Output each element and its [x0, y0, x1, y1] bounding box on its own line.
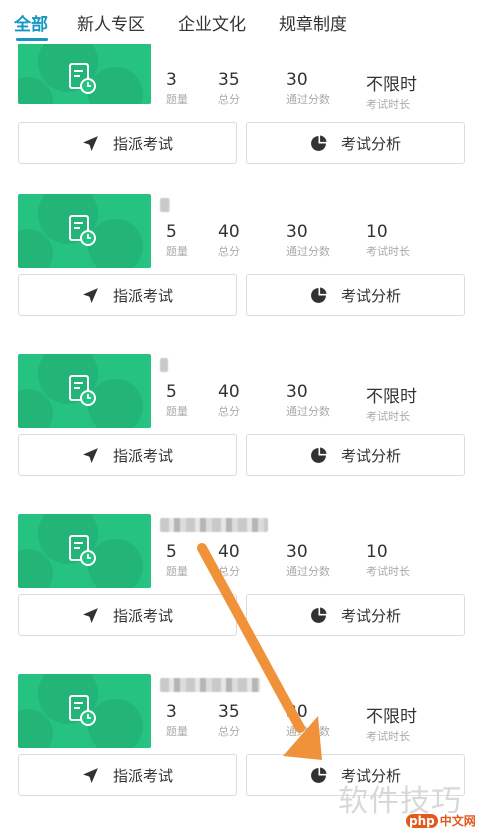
exam-document-icon — [69, 63, 96, 94]
exam-document-icon — [69, 375, 96, 406]
stat-count: 3 题量 — [166, 70, 188, 106]
stat-total: 35 总分 — [218, 70, 240, 106]
exam-title-redacted — [160, 678, 260, 692]
stat-total: 40 总分 — [218, 222, 240, 258]
exam-title-redacted — [160, 518, 268, 532]
tab-all[interactable]: 全部 — [14, 10, 48, 35]
stat-count: 5 题量 — [166, 382, 188, 418]
exam-analysis-button[interactable]: 考试分析 — [246, 274, 465, 316]
tab-bar: 全部 新人专区 企业文化 规章制度 — [0, 0, 482, 44]
send-icon — [83, 607, 98, 623]
stat-duration: 不限时 考试时长 — [366, 387, 417, 423]
stat-duration: 10 考试时长 — [366, 542, 410, 578]
assign-exam-button[interactable]: 指派考试 — [18, 594, 237, 636]
exam-document-icon — [69, 535, 96, 566]
exam-thumbnail[interactable] — [18, 194, 151, 268]
php-logo: php 中文网 — [406, 812, 476, 829]
assign-exam-button[interactable]: 指派考试 — [18, 122, 237, 164]
exam-card: 5 题量 40 总分 30 通过分数 10 考试时长 指派考试 考试分析 — [0, 192, 482, 352]
send-icon — [83, 135, 98, 151]
stat-pass: 30 通过分数 — [286, 382, 330, 418]
exam-analysis-button[interactable]: 考试分析 — [246, 594, 465, 636]
pie-chart-icon — [311, 135, 327, 151]
exam-title-redacted — [160, 198, 170, 212]
send-icon — [83, 767, 98, 783]
exam-analysis-button[interactable]: 考试分析 — [246, 122, 465, 164]
tab-rules[interactable]: 规章制度 — [279, 10, 347, 35]
assign-exam-button[interactable]: 指派考试 — [18, 274, 237, 316]
exam-thumbnail[interactable] — [18, 514, 151, 588]
pie-chart-icon — [311, 447, 327, 463]
exam-document-icon — [69, 215, 96, 246]
stat-pass: 30 通过分数 — [286, 70, 330, 106]
exam-card: 3 题量 35 总分 30 通过分数 不限时 考试时长 指派考试 考试分析 — [0, 42, 482, 208]
exam-card: 5 题量 40 总分 30 通过分数 10 考试时长 指派考试 考试分析 — [0, 512, 482, 672]
send-icon — [83, 287, 98, 303]
pie-chart-icon — [311, 607, 327, 623]
tab-culture[interactable]: 企业文化 — [178, 10, 246, 35]
assign-exam-button[interactable]: 指派考试 — [18, 434, 237, 476]
stat-duration: 不限时 考试时长 — [366, 707, 417, 743]
stat-pass: 30 通过分数 — [286, 702, 330, 738]
exam-thumbnail[interactable] — [18, 42, 151, 104]
exam-card: 5 题量 40 总分 30 通过分数 不限时 考试时长 指派考试 考试分析 — [0, 352, 482, 512]
stat-pass: 30 通过分数 — [286, 542, 330, 578]
active-tab-indicator — [16, 38, 48, 41]
stat-total: 40 总分 — [218, 542, 240, 578]
exam-title-redacted — [160, 358, 168, 372]
send-icon — [83, 447, 98, 463]
exam-analysis-button[interactable]: 考试分析 — [246, 434, 465, 476]
stat-count: 5 题量 — [166, 222, 188, 258]
exam-thumbnail[interactable] — [18, 674, 151, 748]
tab-newcomer[interactable]: 新人专区 — [77, 10, 145, 35]
exam-document-icon — [69, 695, 96, 726]
stat-total: 40 总分 — [218, 382, 240, 418]
stat-duration: 10 考试时长 — [366, 222, 410, 258]
exam-thumbnail[interactable] — [18, 354, 151, 428]
stat-duration: 不限时 考试时长 — [366, 75, 417, 111]
stat-pass: 30 通过分数 — [286, 222, 330, 258]
stat-count: 5 题量 — [166, 542, 188, 578]
stat-count: 3 题量 — [166, 702, 188, 738]
assign-exam-button[interactable]: 指派考试 — [18, 754, 237, 796]
pie-chart-icon — [311, 287, 327, 303]
stat-total: 35 总分 — [218, 702, 240, 738]
pie-chart-icon — [311, 767, 327, 783]
